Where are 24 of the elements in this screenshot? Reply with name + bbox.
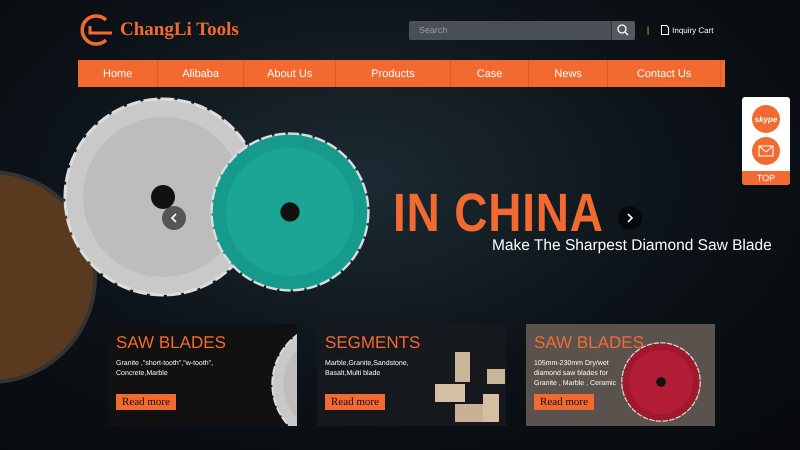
nav-item[interactable]: Contact Us: [608, 60, 722, 87]
logo-icon: [80, 14, 114, 46]
separator: |: [646, 25, 650, 35]
read-more-button[interactable]: Read more: [325, 394, 385, 410]
nav-item[interactable]: About Us: [244, 60, 336, 87]
document-icon: [661, 25, 670, 35]
inquiry-cart-link[interactable]: Inquiry Cart: [661, 25, 714, 35]
card-title: SAW BLADES: [116, 333, 226, 353]
nav-item[interactable]: News: [529, 60, 608, 87]
nav-item[interactable]: Products: [336, 60, 451, 87]
brand-name: ChangLi Tools: [120, 19, 239, 41]
card-title: SAW BLADES: [534, 333, 644, 353]
search-field[interactable]: Search: [408, 20, 611, 40]
nav-item[interactable]: Alibaba: [158, 60, 244, 87]
read-more-button[interactable]: Read more: [116, 394, 176, 410]
email-button[interactable]: [752, 137, 780, 165]
skype-button[interactable]: skype: [752, 105, 780, 133]
search-icon[interactable]: [610, 20, 635, 40]
top-button[interactable]: TOP: [742, 171, 790, 185]
nav-item[interactable]: Case: [450, 60, 530, 87]
card-title: SEGMENTS: [325, 333, 420, 353]
envelope-icon: [758, 145, 774, 157]
nav-item[interactable]: Home: [78, 60, 158, 87]
read-more-button[interactable]: Read more: [534, 394, 594, 410]
